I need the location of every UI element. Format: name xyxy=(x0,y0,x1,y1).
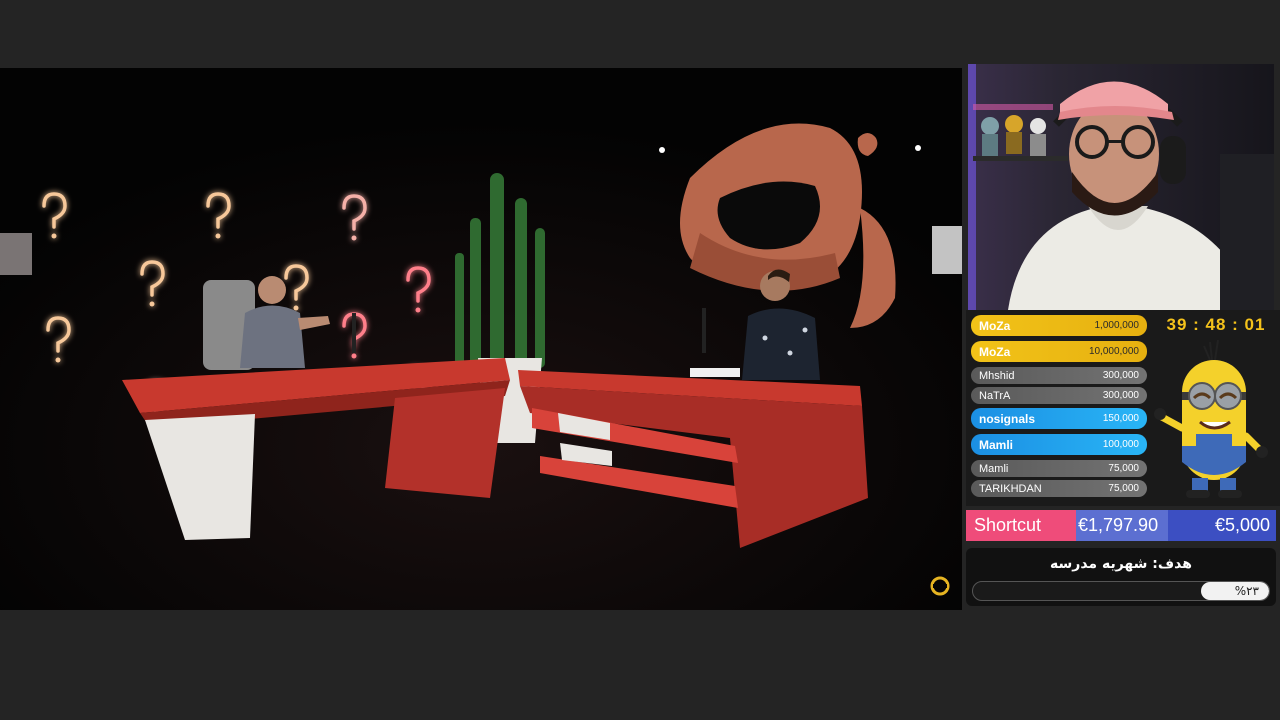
microphone xyxy=(702,308,706,353)
studio-scene xyxy=(0,68,962,610)
donor-row: Mhshid 300,000 xyxy=(971,367,1147,384)
streamer-webcam xyxy=(968,64,1274,310)
donor-name: nosignals xyxy=(979,411,1036,426)
question-mark-dot xyxy=(351,235,357,241)
subathon-timer: 39 : 48 : 01 xyxy=(1166,315,1266,334)
goal-percent-label: %۲۳ xyxy=(1234,584,1259,598)
donor-name: Mamli xyxy=(979,437,1014,452)
donor-row: MoZa 10,000,000 xyxy=(971,341,1147,362)
studio-light xyxy=(915,145,921,151)
donor-name: NaTrA xyxy=(979,389,1011,402)
question-mark-dot xyxy=(149,301,155,307)
donor-row: NaTrA 300,000 xyxy=(971,387,1147,404)
donation-goal-bar: Shortcut €1,797.90 €5,000 xyxy=(966,510,1276,541)
donor-row: nosignals 150,000 xyxy=(971,408,1147,429)
goal-panel: هدف: شهریه مدرسه %۲۳ xyxy=(966,548,1276,606)
donor-amount: 75,000 xyxy=(1108,463,1139,474)
donor-amount: 300,000 xyxy=(1102,390,1139,401)
donor-name: MoZa xyxy=(979,344,1011,359)
donor-row: MoZa 1,000,000 xyxy=(971,315,1147,336)
donor-row: Mamli 100,000 xyxy=(971,434,1147,455)
question-mark-dot xyxy=(293,305,299,311)
donor-row: Mamli 75,000 xyxy=(971,460,1147,477)
donor-name: Mhshid xyxy=(979,369,1015,382)
question-mark-dot xyxy=(351,353,357,359)
donor-amount: 150,000 xyxy=(1102,413,1139,424)
donation-goal-amount: €5,000 xyxy=(1168,510,1276,541)
donor-amount: 10,000,000 xyxy=(1088,346,1139,357)
question-mark-dot xyxy=(55,357,61,363)
donor-name: MoZa xyxy=(979,318,1011,333)
donor-amount: 300,000 xyxy=(1102,370,1139,381)
goal-title: هدف: شهریه مدرسه xyxy=(1050,556,1192,572)
goal-progress-bar: %۲۳ xyxy=(972,581,1270,601)
donor-name: Mamli xyxy=(979,462,1009,475)
donor-name: TARIKHDAN xyxy=(979,482,1042,495)
microphone xyxy=(352,313,356,353)
streamer-portrait xyxy=(968,64,1274,310)
donor-amount: 75,000 xyxy=(1108,483,1139,494)
donation-current-amount: €1,797.90 xyxy=(1076,510,1168,541)
question-mark-dot xyxy=(215,233,221,239)
main-video-player[interactable] xyxy=(0,68,962,610)
question-mark-dot xyxy=(415,307,421,313)
shortcut-label: Shortcut xyxy=(966,510,1076,541)
donor-row: TARIKHDAN 75,000 xyxy=(971,480,1147,497)
donor-amount: 1,000,000 xyxy=(1094,320,1140,331)
donor-amount: 100,000 xyxy=(1102,439,1139,450)
question-mark-dot xyxy=(51,233,57,239)
studio-light xyxy=(659,147,665,153)
minion-mascot xyxy=(1152,338,1272,502)
